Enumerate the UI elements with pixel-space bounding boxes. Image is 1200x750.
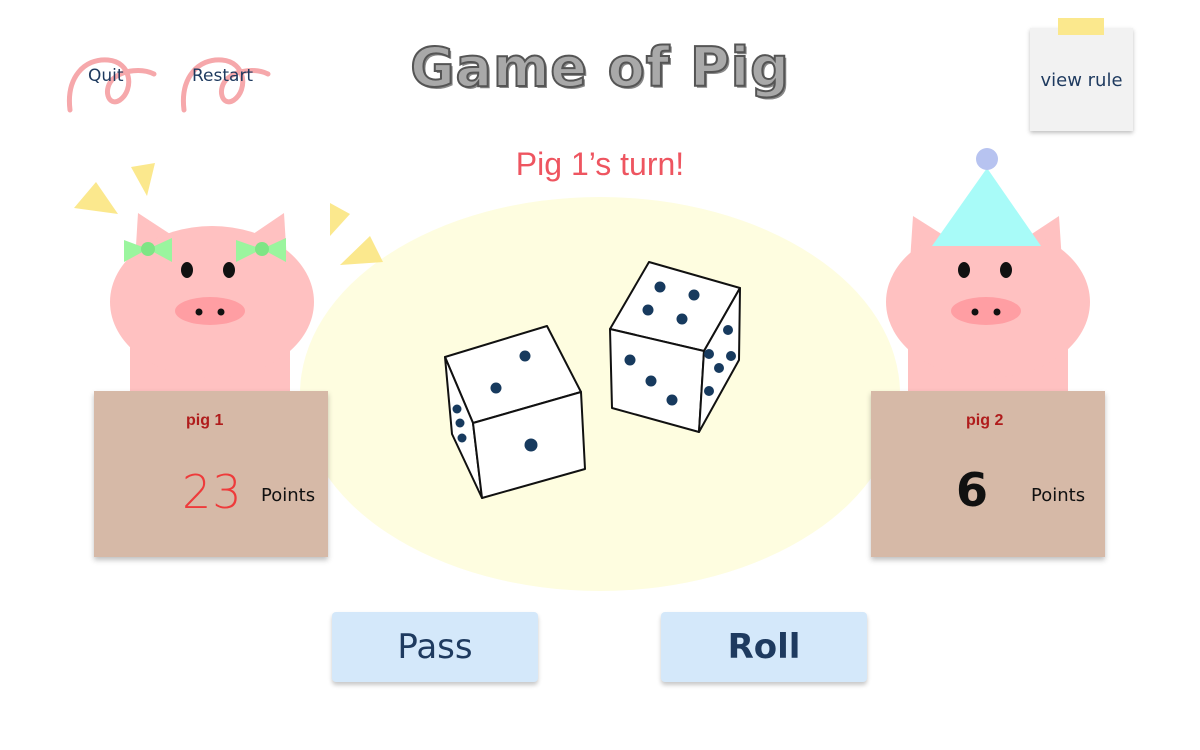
turn-indicator: Pig 1’s turn! [515,146,685,182]
pig-2-scoreboard: pig 2 6 Points [871,391,1105,557]
roll-button[interactable]: Roll [661,612,867,682]
pig-1-points-label: Points [261,485,316,506]
page-title: Game of Pig [409,35,790,100]
pig-1-name: pig 1 [186,412,224,429]
pig-1-scoreboard: pig 1 23 Points [94,391,328,557]
tape-icon [1058,18,1104,35]
pig-2-character [886,148,1090,424]
pig-2-points-label: Points [1031,485,1086,506]
pig-2-score: 6 [956,463,989,517]
view-rule-button[interactable]: view rule [1030,18,1133,131]
pig-1-score: 23 [182,465,243,519]
table-mat [300,197,900,591]
view-rule-label: view rule [1040,70,1123,91]
pass-button[interactable]: Pass [332,612,538,682]
pig-2-name: pig 2 [966,412,1004,429]
